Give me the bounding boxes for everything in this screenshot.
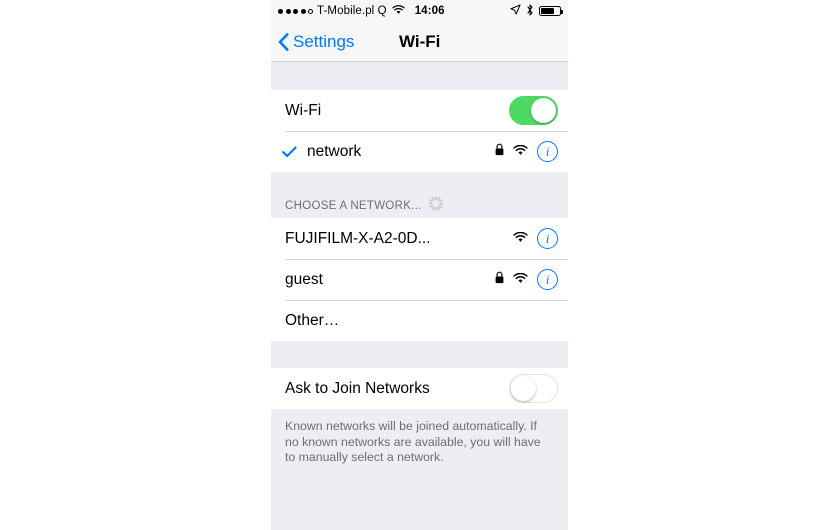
- network-list-group: FUJIFILM-X-A2-0D... i guest i Other…: [271, 218, 568, 341]
- phone-screen: T-Mobile.pl Q 14:06 Settings Wi-Fi Wi-Fi…: [271, 0, 568, 530]
- screenshot-canvas: T-Mobile.pl Q 14:06 Settings Wi-Fi Wi-Fi…: [0, 0, 840, 530]
- back-to-settings-button[interactable]: Settings: [278, 32, 354, 52]
- ask-to-join-accessories: [509, 374, 558, 403]
- wifi-signal-icon: [513, 230, 528, 248]
- lock-icon: [495, 143, 504, 161]
- ask-to-join-footer-text: Known networks will be joined automatica…: [271, 409, 568, 466]
- network-name: FUJIFILM-X-A2-0D...: [285, 229, 431, 247]
- section-gap-middle: [271, 341, 568, 368]
- network-info-icon[interactable]: i: [537, 228, 558, 249]
- wifi-toggle-row[interactable]: Wi-Fi: [271, 90, 568, 131]
- bluetooth-icon: [526, 3, 534, 19]
- wifi-group: Wi-Fi network i: [271, 90, 568, 172]
- ask-to-join-label: Ask to Join Networks: [285, 379, 430, 397]
- wifi-toggle-label: Wi-Fi: [285, 101, 322, 119]
- network-info-icon[interactable]: i: [537, 269, 558, 290]
- network-row-other[interactable]: Other…: [271, 300, 568, 341]
- status-bar-left: T-Mobile.pl Q 14:06: [278, 4, 445, 18]
- checkmark-icon: [271, 146, 307, 158]
- network-row-accessories: i: [513, 228, 558, 249]
- ask-to-join-row[interactable]: Ask to Join Networks: [271, 368, 568, 409]
- cellular-signal-dots-icon: [278, 8, 313, 14]
- page-title: Wi-Fi: [399, 31, 441, 51]
- ask-to-join-toggle-switch[interactable]: [509, 374, 558, 403]
- ask-to-join-toggle-knob: [511, 376, 536, 401]
- section-gap-top: [271, 62, 568, 90]
- network-name: Other…: [285, 311, 340, 329]
- network-row-accessories: i: [495, 269, 558, 290]
- network-row-fujifilm[interactable]: FUJIFILM-X-A2-0D... i: [271, 218, 568, 259]
- status-bar-wifi-icon: [392, 4, 405, 18]
- wifi-toggle-knob: [531, 98, 556, 123]
- connected-network-name: network: [307, 142, 362, 160]
- battery-icon: [539, 6, 563, 16]
- location-arrow-icon: [510, 4, 521, 18]
- status-bar-right: [510, 3, 563, 19]
- chevron-left-icon: [278, 32, 289, 51]
- network-row-guest[interactable]: guest i: [271, 259, 568, 300]
- ask-to-join-group: Ask to Join Networks: [271, 368, 568, 409]
- connected-network-accessories: i: [495, 141, 558, 162]
- carrier-label: T-Mobile.pl Q: [317, 5, 387, 17]
- lock-icon: [495, 271, 504, 289]
- choose-network-label: CHOOSE A NETWORK...: [285, 200, 422, 212]
- navigation-bar: Settings Wi-Fi: [271, 22, 568, 62]
- status-bar: T-Mobile.pl Q 14:06: [271, 0, 568, 22]
- wifi-row-accessories: [509, 96, 558, 125]
- back-button-label: Settings: [293, 31, 355, 51]
- activity-spinner-icon: [428, 196, 444, 211]
- wifi-toggle-switch[interactable]: [509, 96, 558, 125]
- wifi-signal-icon: [513, 271, 528, 289]
- connected-network-row[interactable]: network i: [271, 131, 568, 172]
- network-name: guest: [285, 270, 323, 288]
- wifi-signal-icon: [513, 143, 528, 161]
- clock-label: 14:06: [414, 5, 445, 17]
- choose-network-header: CHOOSE A NETWORK...: [271, 172, 568, 218]
- connected-network-info-icon[interactable]: i: [537, 141, 558, 162]
